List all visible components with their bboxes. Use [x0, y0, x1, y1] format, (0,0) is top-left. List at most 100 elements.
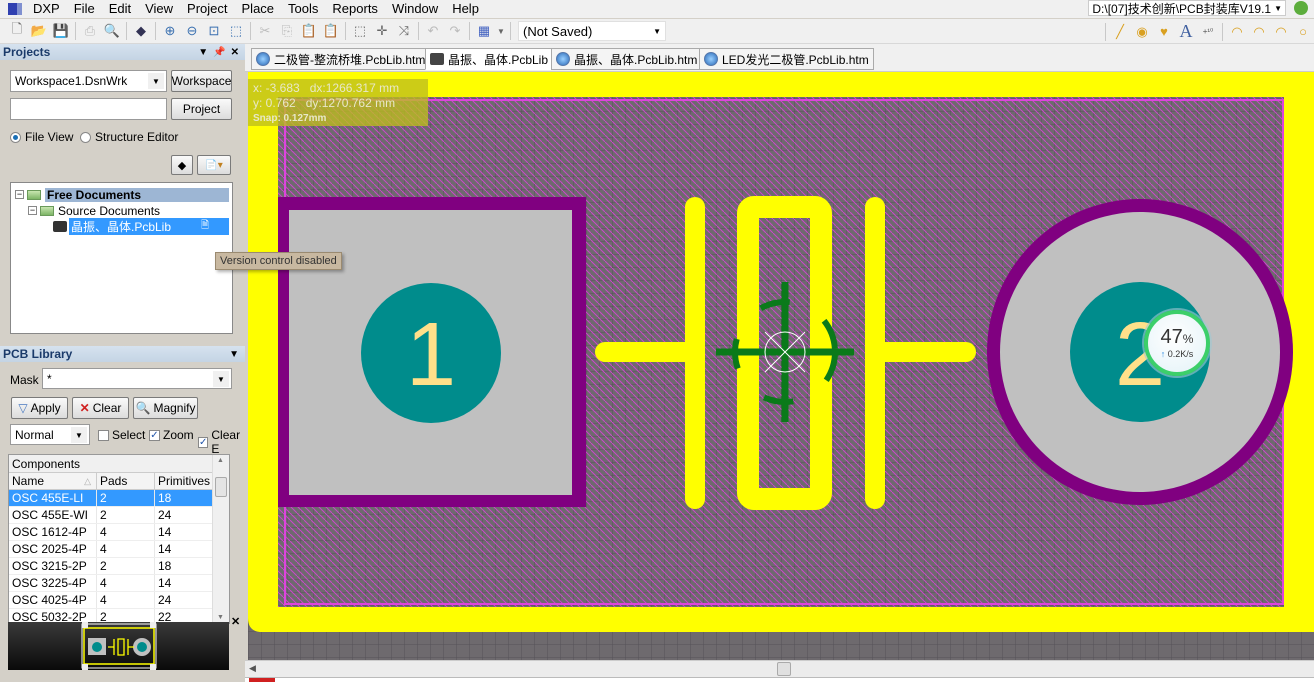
menu-project[interactable]: Project — [180, 2, 234, 16]
save-icon[interactable]: 💾 — [50, 21, 72, 41]
print-preview-icon[interactable]: 🔍 — [101, 21, 123, 41]
scroll-left-icon[interactable]: ◀ — [249, 663, 256, 674]
network-speed-widget[interactable]: 47% ↑ 0.2K/s — [1144, 310, 1210, 376]
table-row[interactable]: OSC 3225-4P 4 14 — [9, 575, 213, 592]
place-line-icon[interactable]: ╱ — [1109, 22, 1131, 42]
magnify-button[interactable]: 🔍 Magnify — [133, 397, 198, 419]
tab-crystal-htm[interactable]: 晶振、晶体.PcbLib.htm — [551, 48, 703, 70]
arc-edge-icon[interactable]: ◠ — [1248, 22, 1270, 42]
menu-reports[interactable]: Reports — [325, 2, 385, 16]
zoom-in-icon[interactable]: ⊕ — [159, 21, 181, 41]
cross-probe-icon[interactable]: ⤨ — [393, 21, 415, 41]
compile-icon[interactable]: ◆ — [171, 155, 193, 175]
components-scrollbar[interactable]: ▲ ▼ — [212, 455, 229, 623]
undo-icon[interactable]: ↶ — [422, 21, 444, 41]
file-view-radio[interactable]: File View — [10, 130, 73, 144]
menu-tools[interactable]: Tools — [281, 2, 325, 16]
cell-name: OSC 4025-4P — [9, 592, 97, 608]
cut-icon[interactable]: ✂ — [254, 21, 276, 41]
mask-input[interactable]: * ▼ — [42, 368, 232, 389]
place-coordinate-icon[interactable]: +¹⁰ — [1197, 22, 1219, 42]
clear-button[interactable]: ✕ Clear — [72, 397, 129, 419]
redo-icon[interactable]: ↷ — [444, 21, 466, 41]
panel-menu-icon[interactable]: ▼ — [198, 47, 208, 58]
grid-icon[interactable]: ▦ — [473, 21, 495, 41]
path-dropdown[interactable]: D:\[07]技术创新\PCB封装库V19.1 ▼ — [1088, 0, 1286, 16]
left-panel: Projects ▼ 📌 ✕ Workspace1.DsnWrk ▼ Workspa… — [0, 44, 245, 682]
mode-select[interactable]: Normal ▼ — [10, 424, 90, 445]
place-string-icon[interactable]: A — [1175, 21, 1197, 42]
menu-place[interactable]: Place — [235, 2, 282, 16]
paste-special-icon[interactable]: 📋 — [320, 21, 342, 41]
table-row[interactable]: OSC 455E-WI 2 24 — [9, 507, 213, 524]
table-row[interactable]: OSC 2025-4P 4 14 — [9, 541, 213, 558]
project-field[interactable] — [10, 98, 167, 120]
panel-menu-icon[interactable]: ▼ — [229, 349, 239, 360]
cell-pads: 4 — [97, 592, 155, 608]
collapse-icon[interactable]: − — [15, 190, 24, 199]
table-row[interactable]: OSC 1612-4P 4 14 — [9, 524, 213, 541]
structure-editor-radio[interactable]: Structure Editor — [80, 130, 178, 144]
tree-root-label: Free Documents — [45, 187, 229, 202]
paste-icon[interactable]: 📋 — [298, 21, 320, 41]
tab-diode-bridge-htm[interactable]: 二极管-整流桥堆.PcbLib.htm — [251, 48, 431, 70]
zoom-area-icon[interactable]: ⬚ — [225, 21, 247, 41]
column-pads[interactable]: Pads — [97, 473, 155, 489]
zoom-checkbox[interactable]: ✓ Zoom — [149, 428, 194, 442]
menu-edit[interactable]: Edit — [102, 2, 138, 16]
clear-existing-checkbox[interactable]: ✓ Clear E — [198, 428, 245, 456]
tree-item-pcblib-file[interactable]: 晶振、晶体.PcbLib 🗎 — [53, 218, 229, 235]
tree-item-source-documents[interactable]: − Source Documents — [28, 203, 160, 218]
select-checkbox[interactable]: Select — [98, 428, 145, 442]
new-doc-icon[interactable]: 🗋 — [6, 21, 28, 41]
component-preview[interactable] — [8, 622, 229, 670]
select-area-icon[interactable]: ⬚ — [349, 21, 371, 41]
scroll-up-icon[interactable]: ▲ — [217, 457, 224, 464]
column-primitives[interactable]: Primitives — [155, 473, 213, 489]
arc-any-icon[interactable]: ◠ — [1270, 22, 1292, 42]
chevron-down-icon[interactable]: ▼ — [495, 21, 507, 41]
scroll-down-icon[interactable]: ▼ — [217, 614, 224, 621]
column-name[interactable]: Name △ — [9, 473, 97, 489]
workspace-button[interactable]: Workspace — [171, 70, 232, 92]
project-options-icon[interactable]: 📄▾ — [197, 155, 231, 175]
3d-view-icon[interactable]: ◆ — [130, 21, 152, 41]
hscroll-thumb[interactable] — [777, 662, 791, 676]
zoom-out-icon[interactable]: ⊖ — [181, 21, 203, 41]
table-row[interactable]: OSC 3215-2P 2 18 — [9, 558, 213, 575]
close-icon[interactable]: ✕ — [231, 47, 239, 58]
collapse-icon[interactable]: − — [28, 206, 37, 215]
workspace-combo[interactable]: Workspace1.DsnWrk ▼ — [10, 70, 167, 92]
tree-item-free-documents[interactable]: − Free Documents — [15, 187, 229, 202]
scroll-thumb[interactable] — [215, 477, 227, 497]
close-preview-icon[interactable]: ✕ — [231, 615, 240, 628]
cell-name: OSC 3215-2P — [9, 558, 97, 574]
tab-crystal-pcblib[interactable]: 晶振、晶体.PcbLib — [425, 48, 554, 70]
project-tree: − Free Documents − Source Documents 晶振、晶… — [10, 182, 233, 334]
open-folder-icon[interactable]: 📂 — [28, 21, 50, 41]
back-nav-icon[interactable] — [1294, 1, 1308, 15]
zoom-fit-icon[interactable]: ⊡ — [203, 21, 225, 41]
apply-button[interactable]: ▽ Apply — [11, 397, 68, 419]
move-icon[interactable]: ✛ — [371, 21, 393, 41]
menu-help[interactable]: Help — [445, 2, 486, 16]
table-row[interactable]: OSC 4025-4P 4 24 — [9, 592, 213, 609]
menu-view[interactable]: View — [138, 2, 180, 16]
project-button[interactable]: Project — [171, 98, 232, 120]
layer-tabs-strip[interactable] — [245, 677, 1314, 682]
arc-center-icon[interactable]: ◠ — [1226, 22, 1248, 42]
pin-icon[interactable]: 📌 — [213, 47, 225, 58]
menu-dxp[interactable]: DXP — [26, 2, 67, 16]
canvas-hscrollbar[interactable]: ◀ — [245, 660, 1314, 677]
place-via-icon[interactable]: ♥ — [1153, 22, 1175, 42]
layer-select[interactable]: (Not Saved) ▼ — [518, 21, 666, 41]
menu-window[interactable]: Window — [385, 2, 445, 16]
print-icon[interactable]: ⎙ — [79, 21, 101, 41]
copy-icon[interactable]: ⎘ — [276, 21, 298, 41]
toolbar-divider — [418, 22, 419, 40]
full-circle-icon[interactable]: ○ — [1292, 22, 1314, 42]
menu-file[interactable]: File — [67, 2, 102, 16]
table-row[interactable]: OSC 455E-LI 2 18 — [9, 490, 213, 507]
tab-led-htm[interactable]: LED发光二极管.PcbLib.htm — [699, 48, 874, 70]
place-pad-icon[interactable]: ◉ — [1131, 22, 1153, 42]
